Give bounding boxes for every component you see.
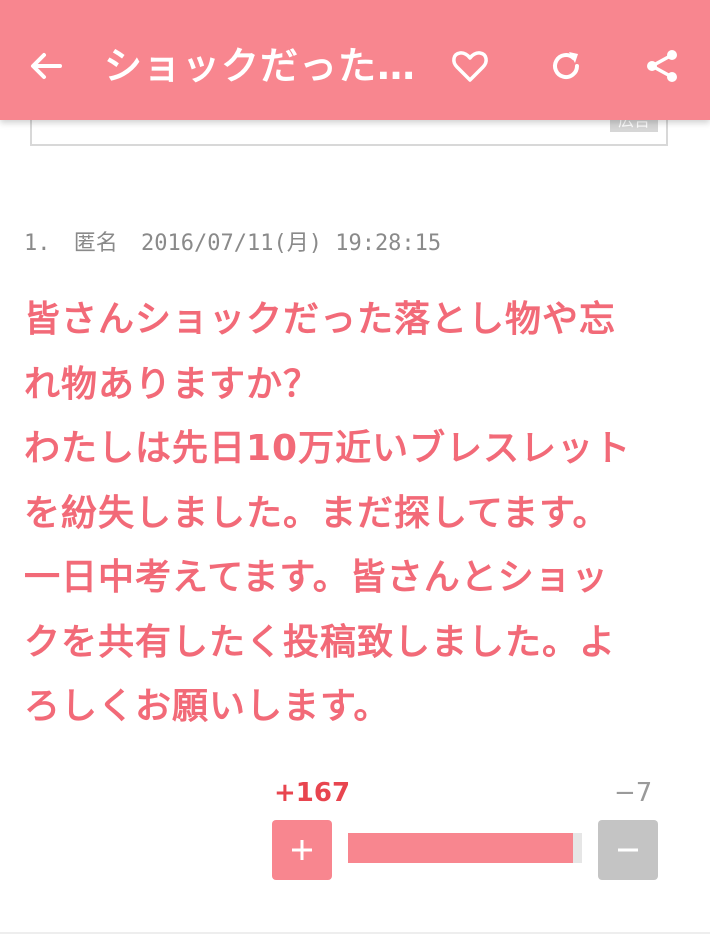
vote-ratio-fill <box>348 833 573 863</box>
comment-line: 一日中考えてます。皆さんとショッ <box>24 557 609 598</box>
comment-line: れ物ありますか？ <box>24 363 321 405</box>
app-bar: ショックだった… <box>0 0 710 120</box>
comment-line: 皆さんショックだった落とし物や忘 <box>24 299 617 340</box>
comment-line: クを共有したく投稿致しました。よ <box>24 621 617 663</box>
plus-vote-count: +167 <box>274 778 351 808</box>
heart-icon[interactable] <box>442 38 498 94</box>
plus-icon <box>292 840 312 860</box>
plus-vote-button[interactable] <box>272 820 332 880</box>
comment-timestamp: 2016/07/11(月) 19:28:15 <box>141 231 442 256</box>
comment-meta: 1. 匿名 2016/07/11(月) 19:28:15 <box>24 225 451 257</box>
comment-author: 匿名 <box>73 231 118 256</box>
minus-vote-count: −7 <box>614 778 653 808</box>
minus-icon <box>618 848 638 852</box>
minus-vote-button[interactable] <box>598 820 658 880</box>
share-icon[interactable] <box>634 38 690 94</box>
page-title: ショックだった… <box>104 44 417 88</box>
comment-body: 皆さんショックだった落とし物や忘 れ物ありますか？ わたしは先日10万近いブレス… <box>24 288 674 740</box>
reload-icon[interactable] <box>538 38 594 94</box>
comment-line: を紛失しました。まだ探してます。 <box>24 492 610 534</box>
comment-line: ろしくお願いします。 <box>24 686 391 727</box>
comment-line: わたしは先日10万近いブレスレット <box>24 428 632 469</box>
vote-ratio-bar <box>348 833 582 863</box>
back-arrow-icon[interactable] <box>18 38 74 94</box>
comment-number: 1. <box>24 231 51 256</box>
divider <box>0 932 710 934</box>
